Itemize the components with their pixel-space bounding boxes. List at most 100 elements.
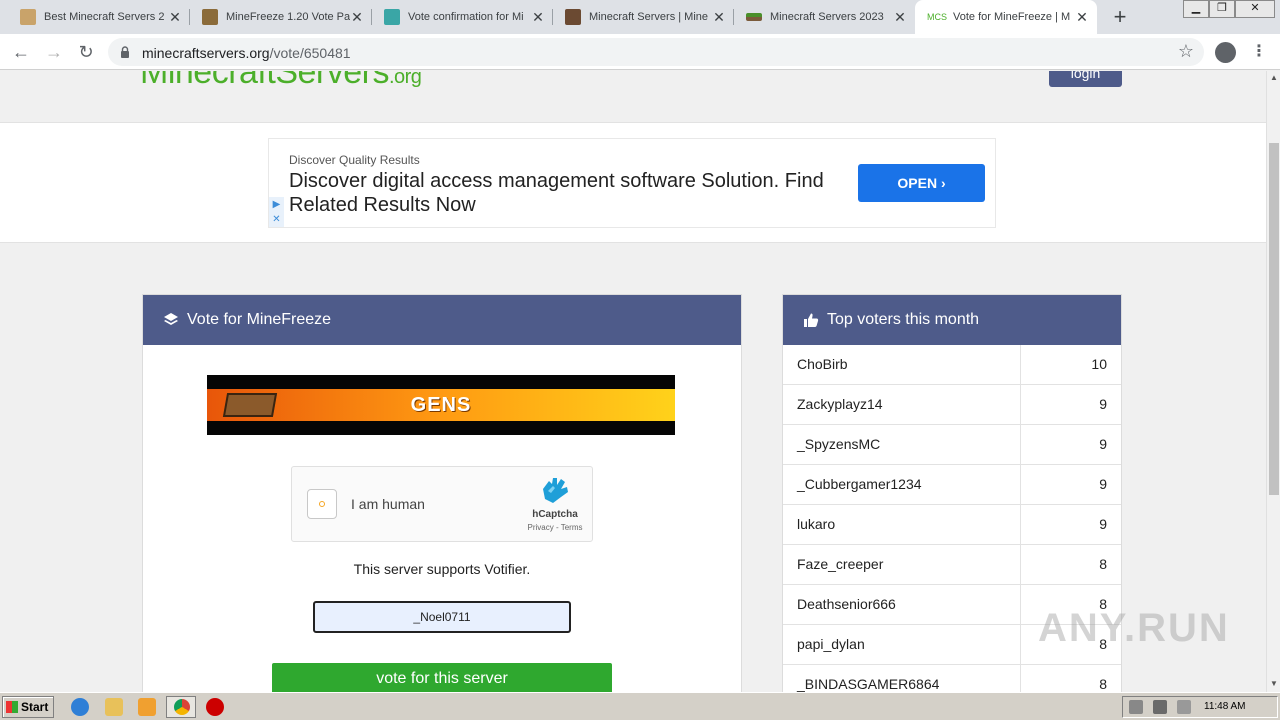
ad-band: Discover Quality Results Discover digita… xyxy=(0,123,1266,243)
table-row: _Cubbergamer1234 9 xyxy=(783,465,1121,505)
table-row: _BINDASGAMER6864 8 xyxy=(783,665,1121,692)
top-voters-title: Top voters this month xyxy=(827,311,980,328)
vote-panel: Vote for MineFreeze GENS I am human hCap… xyxy=(142,294,742,692)
start-label: Start xyxy=(21,700,49,714)
logo-tld-text: .org xyxy=(388,71,422,88)
back-arrow-icon[interactable]: ← xyxy=(9,40,33,64)
server-banner: GENS xyxy=(207,375,675,435)
tab-title: Best Minecraft Servers 2 xyxy=(44,11,165,23)
minimize-window-icon[interactable]: ▁ xyxy=(1183,0,1209,18)
ad-open-button[interactable]: OPEN › xyxy=(858,164,985,202)
ad-banner[interactable]: Discover Quality Results Discover digita… xyxy=(268,138,996,228)
column-divider xyxy=(1020,665,1021,692)
site-header: MinecraftServers.org login xyxy=(0,71,1266,123)
captcha-checkbox[interactable] xyxy=(307,489,337,519)
voter-name: ChoBirb xyxy=(797,356,848,372)
column-divider xyxy=(1020,585,1021,625)
banner-text: GENS xyxy=(410,394,472,416)
voter-name: papi_dylan xyxy=(797,636,865,652)
column-divider xyxy=(1020,545,1021,585)
kebab-menu-icon[interactable]: ⋮ xyxy=(1251,42,1267,62)
site-logo[interactable]: MinecraftServers.org xyxy=(140,71,422,92)
vote-button[interactable]: vote for this server xyxy=(272,663,612,692)
scrollbar-thumb[interactable] xyxy=(1269,143,1279,495)
table-row: lukaro 9 xyxy=(783,505,1121,545)
layers-icon xyxy=(164,313,178,325)
captcha-privacy-terms-links[interactable]: Privacy - Terms xyxy=(518,523,592,532)
forward-arrow-icon[interactable]: → xyxy=(42,40,66,64)
tab-minecraft-servers[interactable]: Minecraft Servers | Mine ✕ xyxy=(553,0,734,34)
chrome-icon xyxy=(174,699,190,715)
table-row: ChoBirb 10 xyxy=(783,345,1121,385)
chevron-right-icon: › xyxy=(940,175,946,191)
close-tab-icon[interactable]: ✕ xyxy=(168,9,182,26)
voter-count: 9 xyxy=(1099,396,1107,412)
taskbar-clock[interactable]: 11:48 AM xyxy=(1204,701,1246,712)
star-icon[interactable]: ☆ xyxy=(1178,41,1194,62)
account-icon[interactable] xyxy=(1215,42,1236,63)
folder-icon[interactable] xyxy=(105,698,123,716)
captcha-spinner-icon xyxy=(319,501,325,507)
close-window-icon[interactable]: ✕ xyxy=(1235,0,1275,18)
tab-minefreeze-vote-page[interactable]: MineFreeze 1.20 Vote Pa ✕ xyxy=(190,0,372,34)
action-center-flag-icon[interactable] xyxy=(1177,700,1191,714)
hcaptcha-widget: I am human hCaptcha Privacy - Terms xyxy=(291,466,593,542)
anyrun-watermark: ANY.RUN xyxy=(1038,606,1230,650)
page-scrollbar[interactable]: ▲ ▼ xyxy=(1266,71,1280,692)
ad-close-icon[interactable]: ✕ xyxy=(269,212,284,227)
table-row: Zackyplayz14 9 xyxy=(783,385,1121,425)
scroll-down-arrow-icon[interactable]: ▼ xyxy=(1270,679,1278,688)
internet-explorer-icon[interactable] xyxy=(71,698,89,716)
tab-title: Vote confirmation for Mi xyxy=(408,11,524,23)
tab-minecraft-servers-2023[interactable]: Minecraft Servers 2023 ✕ xyxy=(734,0,915,34)
scroll-up-arrow-icon[interactable]: ▲ xyxy=(1270,73,1278,82)
voter-name: Deathsenior666 xyxy=(797,596,896,612)
warning-icon[interactable] xyxy=(206,698,224,716)
network-icon[interactable] xyxy=(1153,700,1167,714)
voter-count: 8 xyxy=(1099,676,1107,692)
vote-panel-title: Vote for MineFreeze xyxy=(187,311,332,328)
hcaptcha-logo-icon xyxy=(543,478,568,503)
reload-icon[interactable]: ↻ xyxy=(74,40,98,64)
voter-count: 9 xyxy=(1099,516,1107,532)
close-tab-icon[interactable]: ✕ xyxy=(531,9,545,26)
cube-favicon-icon xyxy=(384,9,400,25)
close-tab-icon[interactable]: ✕ xyxy=(712,9,726,26)
address-bar[interactable]: minecraftservers.org/vote/650481 ☆ xyxy=(108,38,1204,66)
voter-name: _Cubbergamer1234 xyxy=(797,476,922,492)
captcha-brand: hCaptcha xyxy=(532,509,578,520)
chrome-taskbar-button[interactable] xyxy=(166,696,196,718)
adchoices-play-icon[interactable]: ▶ xyxy=(269,197,284,212)
close-tab-icon[interactable]: ✕ xyxy=(1075,9,1089,26)
voter-name: _SpyzensMC xyxy=(797,436,881,452)
volume-icon[interactable] xyxy=(1129,700,1143,714)
url-path: /vote/650481 xyxy=(269,45,351,61)
windows-taskbar: Start 11:48 AM xyxy=(0,692,1280,720)
votifier-support-text: This server supports Votifier. xyxy=(353,561,531,577)
tab-title: Minecraft Servers 2023 xyxy=(770,11,884,23)
mcs-favicon-icon: MCS xyxy=(927,12,947,22)
ad-small-text: Discover Quality Results xyxy=(289,153,420,167)
ad-headline[interactable]: Discover digital access management softw… xyxy=(289,169,849,217)
voter-name: _BINDASGAMER6864 xyxy=(797,676,940,692)
system-tray xyxy=(1122,696,1278,718)
column-divider xyxy=(1020,505,1021,545)
minecraft-username-input[interactable]: _Noel0711 xyxy=(313,601,571,633)
close-tab-icon[interactable]: ✕ xyxy=(350,9,364,26)
column-divider xyxy=(1020,425,1021,465)
new-tab-icon[interactable]: + xyxy=(1108,3,1132,31)
restore-window-icon[interactable]: ❐ xyxy=(1209,0,1235,18)
login-button[interactable]: login xyxy=(1049,71,1122,87)
voter-name: lukaro xyxy=(797,516,836,532)
grass-favicon-icon xyxy=(746,13,762,21)
tab-best-minecraft-servers[interactable]: Best Minecraft Servers 2 ✕ xyxy=(8,0,190,34)
column-divider xyxy=(1020,625,1021,665)
close-tab-icon[interactable]: ✕ xyxy=(893,9,907,26)
tab-vote-confirmation[interactable]: Vote confirmation for Mi ✕ xyxy=(372,0,553,34)
lock-icon xyxy=(121,46,129,58)
start-button[interactable]: Start xyxy=(2,696,54,718)
tab-vote-for-minefreeze[interactable]: MCS Vote for MineFreeze | M ✕ xyxy=(915,0,1097,34)
media-player-icon[interactable] xyxy=(138,698,156,716)
table-row: _SpyzensMC 9 xyxy=(783,425,1121,465)
captcha-label: I am human xyxy=(351,496,425,512)
